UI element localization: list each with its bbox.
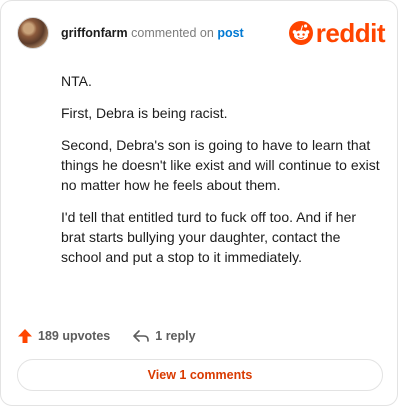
comment-paragraph: I'd tell that entitled turd to fuck off … <box>61 209 357 265</box>
comment-paragraph: First, Debra is being racist. <box>61 105 228 121</box>
commented-on-label: commented on <box>131 26 214 40</box>
view-comments-button[interactable]: View 1 comments <box>17 359 383 391</box>
comment-header: griffonfarm commented on post reddit <box>17 17 386 49</box>
post-link[interactable]: post <box>217 26 243 40</box>
comment-card: griffonfarm commented on post reddit NTA… <box>0 0 398 406</box>
upvote-count: 189 upvotes <box>38 329 111 343</box>
upvote-arrow-icon <box>18 329 32 343</box>
comment-paragraph: Second, Debra's son is going to have to … <box>61 137 380 193</box>
reddit-logo[interactable]: reddit <box>288 18 386 48</box>
comment-paragraph: NTA. <box>61 73 92 89</box>
username[interactable]: griffonfarm <box>61 26 128 40</box>
comment-actions: 189 upvotes 1 reply <box>17 327 218 345</box>
upvote-button[interactable]: 189 upvotes <box>17 328 110 344</box>
reply-count: 1 reply <box>155 329 196 343</box>
reply-arrow-icon <box>133 330 150 342</box>
reply-button[interactable]: 1 reply <box>132 328 196 344</box>
comment-meta: griffonfarm commented on post <box>61 26 244 40</box>
user-avatar[interactable] <box>17 17 49 49</box>
reddit-snoo-icon <box>288 21 313 45</box>
reddit-wordmark: reddit <box>315 18 386 48</box>
comment-body: NTA. First, Debra is being racist. Secon… <box>61 71 381 279</box>
